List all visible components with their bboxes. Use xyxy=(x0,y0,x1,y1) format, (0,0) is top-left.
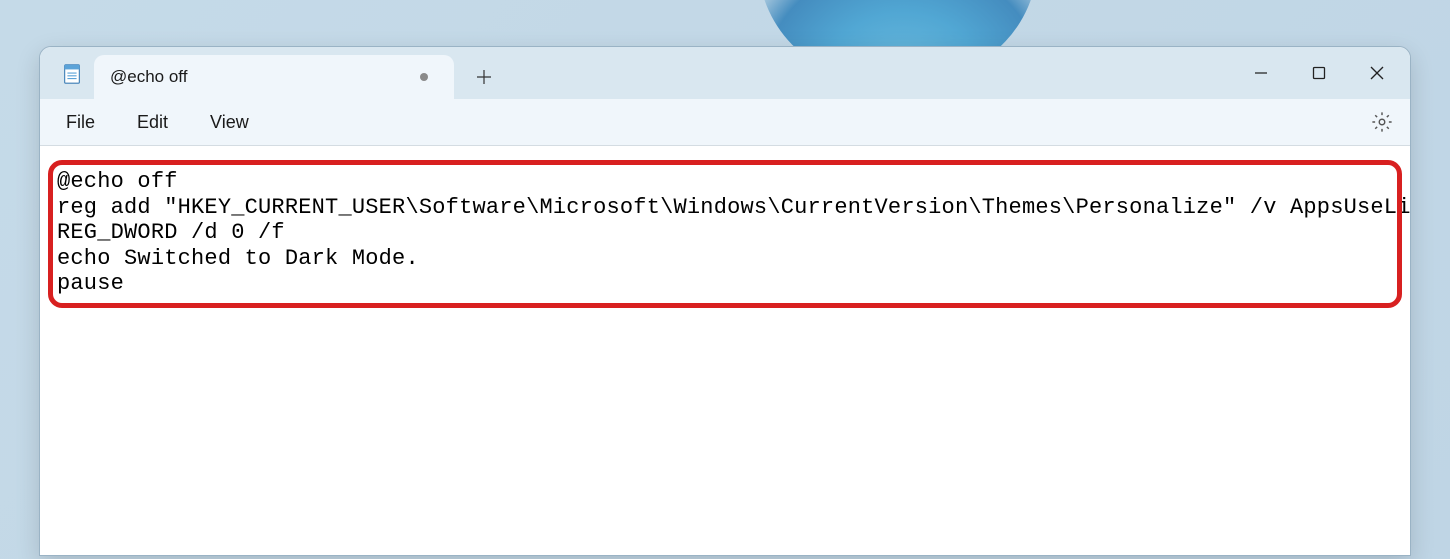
minimize-button[interactable] xyxy=(1232,52,1290,94)
new-tab-button[interactable] xyxy=(462,55,506,99)
tab-title: @echo off xyxy=(110,67,420,87)
modified-indicator-icon xyxy=(420,73,428,81)
tab-strip: @echo off xyxy=(40,47,1232,99)
titlebar: @echo off xyxy=(40,47,1410,99)
editor-area[interactable]: @echo off reg add "HKEY_CURRENT_USER\Sof… xyxy=(40,146,1410,555)
menu-view[interactable]: View xyxy=(198,106,261,139)
editor-content[interactable]: @echo off reg add "HKEY_CURRENT_USER\Sof… xyxy=(50,164,1400,302)
maximize-button[interactable] xyxy=(1290,52,1348,94)
window-controls xyxy=(1232,47,1410,99)
menu-file[interactable]: File xyxy=(54,106,107,139)
menu-edit[interactable]: Edit xyxy=(125,106,180,139)
settings-button[interactable] xyxy=(1370,110,1394,134)
menu-bar: File Edit View xyxy=(40,99,1410,146)
notepad-window: @echo off xyxy=(39,46,1411,556)
tab-active[interactable]: @echo off xyxy=(94,55,454,99)
notepad-app-icon xyxy=(60,62,84,86)
close-button[interactable] xyxy=(1348,52,1406,94)
